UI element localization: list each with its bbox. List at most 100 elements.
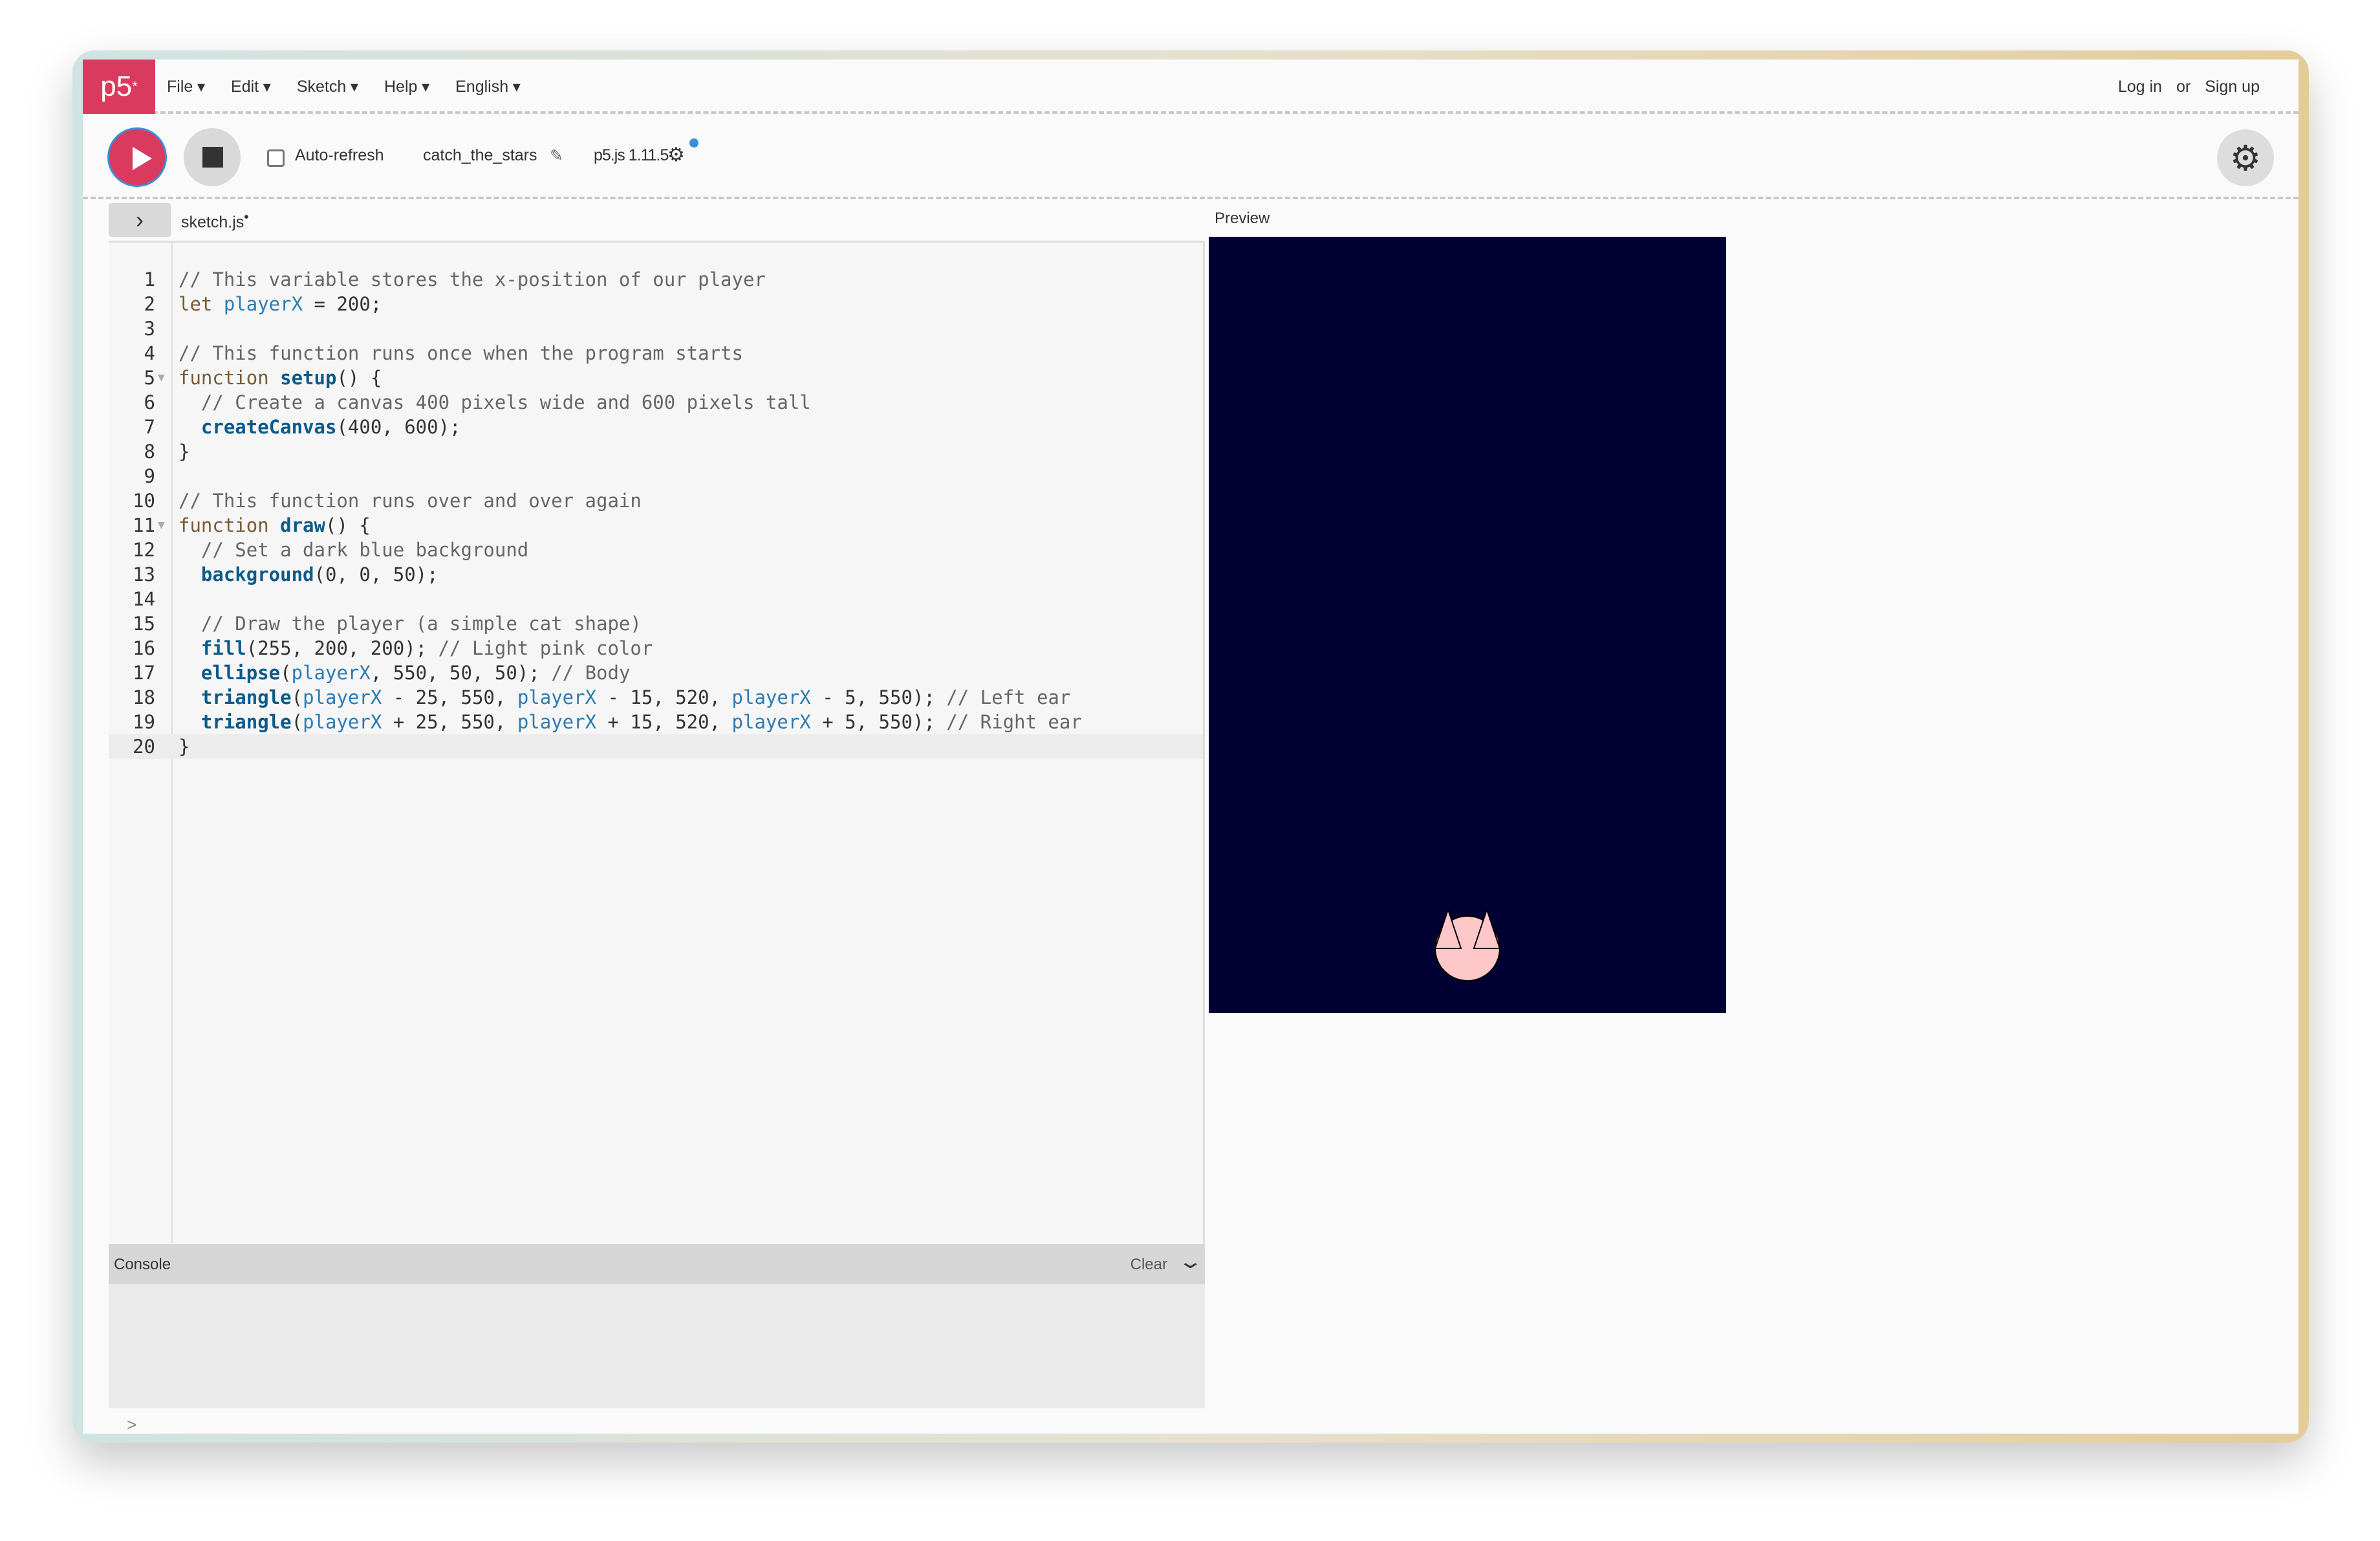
line-number: 15 xyxy=(109,611,155,636)
code-line[interactable]: 8} xyxy=(109,439,1203,464)
code-token-pl xyxy=(178,711,201,733)
code-line[interactable]: 9 xyxy=(109,464,1203,488)
code-line[interactable]: 14 xyxy=(109,587,1203,611)
code-token-pl: + 15, 520, xyxy=(596,711,732,733)
code-line[interactable]: 12 // Set a dark blue background xyxy=(109,538,1203,562)
console-header: Console Clear ⌄ xyxy=(109,1244,1205,1284)
code-token-cm: // Left ear xyxy=(946,686,1070,708)
login-link[interactable]: Log in xyxy=(2118,78,2162,96)
code-token-fn: triangle xyxy=(201,686,292,708)
menu-file[interactable]: File xyxy=(167,78,205,96)
code-token-pl: (255, 200, 200); xyxy=(246,637,438,659)
code-text: triangle(playerX + 25, 550, playerX + 15… xyxy=(178,710,1082,734)
line-number: 3 xyxy=(109,316,155,341)
code-token-pl: (0, 0, 50); xyxy=(314,563,438,585)
main-menu: File Edit Sketch Help English xyxy=(167,60,521,114)
cat-player xyxy=(1435,910,1500,981)
settings-button[interactable]: ⚙ xyxy=(2217,129,2274,186)
code-line[interactable]: 15 // Draw the player (a simple cat shap… xyxy=(109,611,1203,636)
code-text: // Set a dark blue background xyxy=(178,538,528,562)
code-text: ellipse(playerX, 550, 50, 50); // Body xyxy=(178,661,630,685)
code-token-fn: background xyxy=(201,563,314,585)
stop-button[interactable] xyxy=(184,128,241,186)
or-text: or xyxy=(2176,78,2191,96)
code-token-pl: } xyxy=(178,736,189,758)
code-line[interactable]: 16 fill(255, 200, 200); // Light pink co… xyxy=(109,636,1203,661)
code-editor[interactable]: 1// This variable stores the x-position … xyxy=(109,241,1205,1243)
menu-help[interactable]: Help xyxy=(384,78,429,96)
code-text: } xyxy=(178,439,189,464)
auto-refresh-label: Auto-refresh xyxy=(295,146,384,165)
code-line[interactable]: 10// This function runs over and over ag… xyxy=(109,488,1203,513)
code-line[interactable]: 18 triangle(playerX - 25, 550, playerX -… xyxy=(109,685,1203,710)
toolbar: Auto-refresh catch_the_stars ✎ p5.js 1.1… xyxy=(83,115,2299,199)
pencil-icon[interactable]: ✎ xyxy=(550,146,563,166)
unsaved-indicator: • xyxy=(244,210,248,224)
code-token-kw: let xyxy=(178,293,224,315)
code-line[interactable]: 13 background(0, 0, 50); xyxy=(109,562,1203,587)
sketch-name[interactable]: catch_the_stars xyxy=(423,146,537,165)
menu-language[interactable]: English xyxy=(455,78,521,96)
console-clear-button[interactable]: Clear xyxy=(1130,1256,1167,1274)
menu-sketch[interactable]: Sketch xyxy=(297,78,358,96)
code-line[interactable]: 2let playerX = 200; xyxy=(109,292,1203,316)
code-line[interactable]: 4 // This function runs once when the pro… xyxy=(109,341,1203,366)
console-title: Console xyxy=(114,1256,171,1274)
code-line[interactable]: 17 ellipse(playerX, 550, 50, 50); // Bod… xyxy=(109,661,1203,685)
line-number: 6 xyxy=(109,390,155,415)
code-token-pl: + 25, 550, xyxy=(382,711,517,733)
code-text: function draw() { xyxy=(178,513,371,538)
code-token-var: playerX xyxy=(224,293,303,315)
code-token-pl: - 5, 550); xyxy=(811,686,947,708)
code-text: fill(255, 200, 200); // Light pink color xyxy=(178,636,653,661)
line-number: 2 xyxy=(109,292,155,316)
line-number: 18 xyxy=(109,685,155,710)
chevron-down-icon[interactable]: ⌄ xyxy=(1177,1251,1203,1273)
code-token-pl: () { xyxy=(325,514,371,536)
console-output xyxy=(109,1284,1205,1408)
code-line[interactable]: 5▼function setup() { xyxy=(109,366,1203,390)
code-token-pl xyxy=(178,613,201,635)
version-label[interactable]: p5.js 1.11.5 xyxy=(594,146,668,165)
line-number: 11 xyxy=(109,513,155,538)
console-input[interactable]: > xyxy=(109,1408,1205,1434)
p5-logo[interactable]: p5* xyxy=(83,60,155,114)
code-token-kw: function xyxy=(178,367,280,389)
play-button[interactable] xyxy=(107,127,167,187)
code-line[interactable]: 20} xyxy=(109,734,1203,759)
code-line[interactable]: 1// This variable stores the x-position … xyxy=(109,267,1203,292)
code-text: // This variable stores the x-position o… xyxy=(178,267,766,292)
code-token-cm: // Light pink color xyxy=(438,637,653,659)
code-line[interactable]: 19 triangle(playerX + 25, 550, playerX +… xyxy=(109,710,1203,734)
line-number: 5 xyxy=(109,366,155,390)
code-token-fn: draw xyxy=(280,514,325,536)
line-number: 12 xyxy=(109,538,155,562)
line-number: 7 xyxy=(109,415,155,439)
code-token-pl: (400, 600); xyxy=(336,416,460,438)
signup-link[interactable]: Sign up xyxy=(2205,78,2260,96)
preview-canvas[interactable] xyxy=(1209,237,1726,1013)
code-line[interactable]: 7 createCanvas(400, 600); xyxy=(109,415,1203,439)
code-token-pl: ( xyxy=(292,711,303,733)
code-token-cm: // Create a canvas 400 pixels wide and 6… xyxy=(201,391,811,413)
fold-arrow-icon[interactable]: ▼ xyxy=(158,366,165,390)
menu-edit[interactable]: Edit xyxy=(231,78,271,96)
line-number: 4 xyxy=(109,341,155,366)
auth-links: Log in or Sign up xyxy=(2118,60,2260,114)
code-token-pl: , 550, 50, 50); xyxy=(371,662,551,684)
code-token-cm: // This function runs once when the prog… xyxy=(178,342,743,364)
code-text: triangle(playerX - 25, 550, playerX - 15… xyxy=(178,685,1070,710)
code-line[interactable]: 11▼ function draw() { xyxy=(109,513,1203,538)
code-line[interactable]: 3 xyxy=(109,316,1203,341)
code-token-var: playerX xyxy=(517,711,596,733)
code-line[interactable]: 6 // Create a canvas 400 pixels wide and… xyxy=(109,390,1203,415)
auto-refresh-checkbox[interactable] xyxy=(267,149,285,167)
code-token-pl xyxy=(178,391,201,413)
gear-small-icon[interactable]: ⚙ xyxy=(667,144,685,166)
file-tab-sketch-js[interactable]: sketch.js• xyxy=(181,210,249,232)
line-number: 8 xyxy=(109,439,155,464)
fold-arrow-icon[interactable]: ▼ xyxy=(158,513,165,538)
code-token-cm: // Draw the player (a simple cat shape) xyxy=(201,613,642,635)
code-token-pl: ( xyxy=(292,686,303,708)
sidebar-toggle-button[interactable]: › xyxy=(109,203,171,237)
